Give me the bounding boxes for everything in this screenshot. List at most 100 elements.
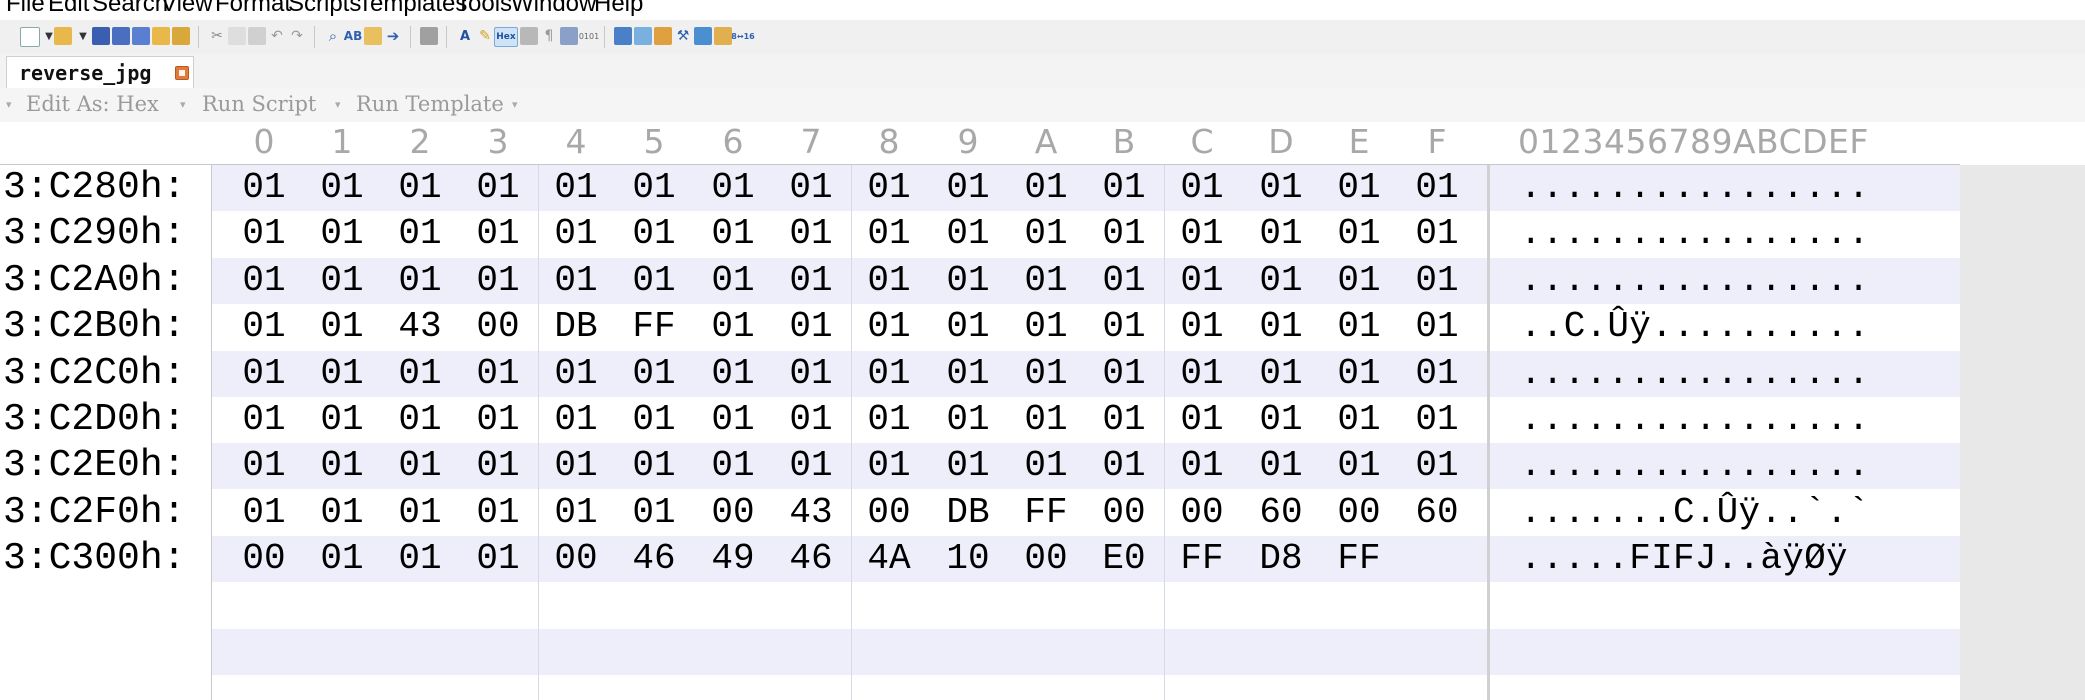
hex-byte[interactable]: 00 [1172, 490, 1232, 536]
hex-byte[interactable]: 01 [624, 351, 684, 397]
split-view-icon[interactable] [560, 27, 578, 45]
checksum-icon[interactable] [654, 27, 672, 45]
hex-byte[interactable]: 01 [1251, 443, 1311, 489]
ascii-text[interactable]: ................ [1520, 397, 1870, 443]
hex-byte[interactable]: 01 [1172, 351, 1232, 397]
menu-edit[interactable]: Edit [48, 0, 89, 18]
hex-byte[interactable]: 01 [1172, 304, 1232, 350]
hex-byte[interactable]: 01 [1251, 258, 1311, 304]
new-file-icon[interactable] [20, 27, 40, 47]
hex-byte[interactable]: 01 [703, 351, 763, 397]
hex-byte[interactable]: 00 [859, 490, 919, 536]
hex-byte[interactable]: 01 [781, 443, 841, 489]
hex-byte[interactable]: 01 [938, 351, 998, 397]
hex-byte[interactable]: 01 [1251, 397, 1311, 443]
hex-byte[interactable]: 60 [1407, 490, 1467, 536]
hex-byte[interactable]: FF [624, 304, 684, 350]
hex-byte[interactable]: 01 [546, 490, 606, 536]
hex-byte[interactable]: 01 [1016, 443, 1076, 489]
hex-byte[interactable]: 01 [1016, 304, 1076, 350]
calculator-icon[interactable] [614, 27, 632, 45]
menu-templates[interactable]: Templates [358, 0, 467, 18]
find-icon[interactable]: ⌕ [324, 27, 342, 45]
hex-byte[interactable]: 01 [546, 211, 606, 257]
run-script-button[interactable]: Run Script [202, 92, 316, 116]
copy-icon[interactable] [228, 27, 246, 45]
hex-byte[interactable]: 01 [390, 258, 450, 304]
hex-byte[interactable]: 00 [234, 536, 294, 582]
font-icon[interactable]: A [456, 27, 474, 45]
hex-byte[interactable]: 01 [624, 211, 684, 257]
hex-byte[interactable]: 01 [390, 351, 450, 397]
hex-byte[interactable]: 01 [781, 211, 841, 257]
hex-byte[interactable]: 01 [938, 165, 998, 211]
hex-byte[interactable]: 01 [1329, 351, 1389, 397]
hex-byte[interactable]: 01 [1329, 397, 1389, 443]
hex-byte[interactable]: 01 [468, 351, 528, 397]
hex-byte[interactable]: 01 [234, 165, 294, 211]
hex-byte[interactable]: 01 [703, 165, 763, 211]
hex-byte[interactable]: 01 [1172, 443, 1232, 489]
hex-byte[interactable]: 01 [390, 397, 450, 443]
hex-byte[interactable]: 01 [859, 397, 919, 443]
undo-icon[interactable]: ↶ [268, 27, 286, 45]
hex-byte[interactable]: E0 [1094, 536, 1154, 582]
ascii-text[interactable]: .......C.Ûÿ..`.` [1520, 490, 1870, 536]
hex-byte[interactable]: 01 [1251, 304, 1311, 350]
script-icon[interactable] [714, 27, 732, 45]
histogram-icon[interactable] [694, 27, 712, 45]
open-file-icon[interactable] [54, 27, 72, 45]
hex-ascii-splitter[interactable] [1487, 165, 1490, 700]
ascii-text[interactable]: ................ [1520, 258, 1870, 304]
hex-byte[interactable]: 00 [1016, 536, 1076, 582]
hex-byte[interactable]: 01 [1407, 397, 1467, 443]
hex-byte[interactable]: 01 [781, 351, 841, 397]
hex-byte[interactable]: D8 [1251, 536, 1311, 582]
save-all-icon[interactable] [132, 27, 150, 45]
hex-byte[interactable]: 01 [1407, 211, 1467, 257]
hex-byte[interactable]: 01 [234, 443, 294, 489]
hex-byte[interactable]: 01 [312, 443, 372, 489]
hex-byte[interactable]: 01 [859, 351, 919, 397]
hex-byte[interactable]: 01 [859, 258, 919, 304]
hex-byte[interactable]: 01 [938, 304, 998, 350]
hex-byte[interactable]: 01 [1329, 165, 1389, 211]
hex-byte[interactable]: 01 [1094, 443, 1154, 489]
ascii-text[interactable]: ................ [1520, 211, 1870, 257]
hex-byte[interactable]: 01 [1407, 351, 1467, 397]
hex-byte[interactable]: 10 [938, 536, 998, 582]
hex-byte[interactable]: 01 [781, 304, 841, 350]
open-folder-icon[interactable] [152, 27, 170, 45]
menu-tools[interactable]: Tools [456, 0, 512, 18]
hex-byte[interactable]: 01 [781, 258, 841, 304]
hex-byte[interactable]: 01 [624, 490, 684, 536]
hex-byte[interactable]: 01 [312, 490, 372, 536]
hex-byte[interactable]: 4A [859, 536, 919, 582]
menu-view[interactable]: View [161, 0, 213, 18]
hex-byte[interactable]: 01 [703, 304, 763, 350]
hex-byte[interactable]: FF [1329, 536, 1389, 582]
hex-byte[interactable]: 01 [1016, 397, 1076, 443]
hex-byte[interactable]: 43 [781, 490, 841, 536]
hex-byte[interactable]: 01 [781, 397, 841, 443]
hex-byte[interactable]: 01 [546, 258, 606, 304]
hex-byte[interactable]: 01 [624, 443, 684, 489]
hex-byte[interactable]: 01 [624, 397, 684, 443]
hex-byte[interactable]: 01 [1172, 258, 1232, 304]
edit-as-dropdown-icon[interactable]: ▾ [180, 98, 186, 111]
hex-editor[interactable]: 0123456789ABCDEF 0 1 2 3 4 5 6 7 8 9 A B C D E F 3:C280h… [0, 122, 2085, 700]
highlight-icon[interactable]: ✎ [476, 27, 494, 45]
ascii-text[interactable]: ................ [1520, 443, 1870, 489]
ascii-text[interactable]: .....FIFJ..àÿØÿ [1520, 536, 1848, 582]
hex-byte[interactable]: 01 [938, 443, 998, 489]
hex-byte[interactable]: 01 [312, 258, 372, 304]
hex-byte[interactable]: 01 [1251, 165, 1311, 211]
hex-byte[interactable]: 01 [859, 211, 919, 257]
menu-scripts[interactable]: Scripts [288, 0, 361, 18]
hex-byte[interactable]: 01 [1094, 351, 1154, 397]
hex-byte[interactable]: 01 [1407, 165, 1467, 211]
hex-byte[interactable]: 01 [1094, 397, 1154, 443]
hex-byte[interactable]: 01 [312, 211, 372, 257]
hex-byte[interactable]: 49 [703, 536, 763, 582]
hex-byte[interactable]: 01 [1016, 351, 1076, 397]
